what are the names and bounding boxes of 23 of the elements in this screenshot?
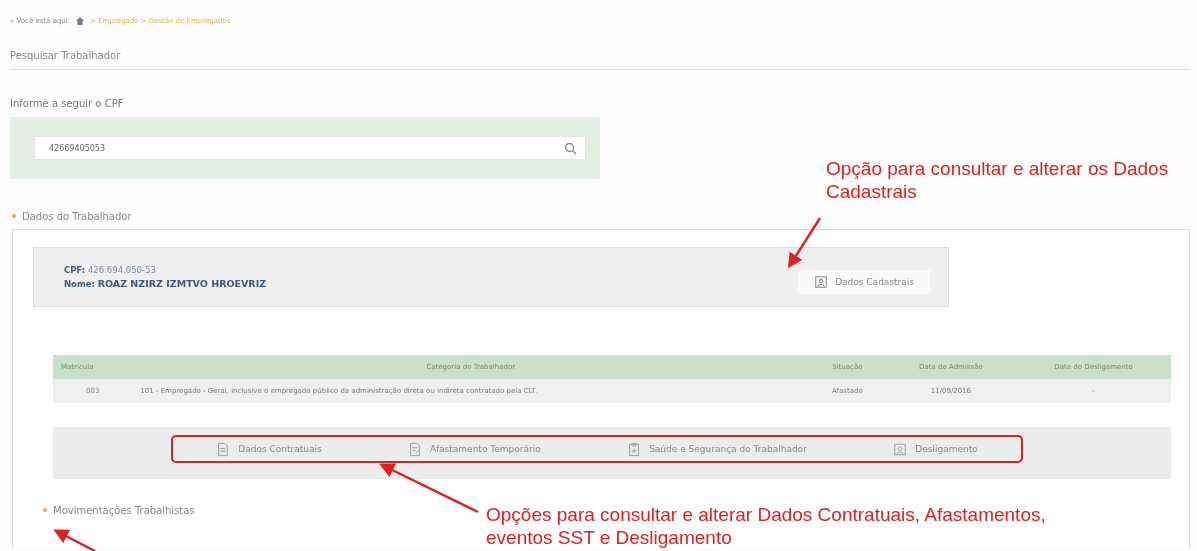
name-text: Nome: ROAZ NZIRZ IZMTVO HROEVRIZ: [64, 277, 267, 291]
arrow: [53, 529, 96, 551]
section-title[interactable]: Movimentações Trabalhistas: [53, 504, 195, 516]
action-link[interactable]: Desligamento: [887, 440, 984, 458]
home-icon[interactable]: [75, 16, 86, 26]
action-link[interactable]: Saúde e Segurança do Trabalhador: [621, 440, 813, 458]
field-label: Informe a seguir o CPF: [10, 98, 125, 109]
action-link[interactable]: Dados Contratuais: [210, 440, 328, 458]
clipboard-icon: [627, 441, 642, 457]
bullet-icon: [43, 508, 47, 512]
section-title: Dados do Trabalhador: [22, 210, 132, 222]
leave-icon: [408, 441, 423, 457]
annotation-text: Opção para consultar e alterar os Dados Cadastrais: [826, 157, 1170, 203]
search-field[interactable]: 42669405053: [34, 136, 586, 160]
annotation-text: Opções para consultar e alterar Dados Contratuais, Afastamentos, eventos SST e Desligamento: [486, 503, 1047, 549]
registration-data-button[interactable]: Dados Cadastrais: [798, 270, 930, 294]
action-link[interactable]: Afastamento Temporário: [402, 440, 547, 458]
bullet-icon: [12, 214, 16, 218]
person-icon: [893, 441, 908, 457]
cpf-text: CPF: 426.694.050-53: [64, 264, 157, 277]
search-icon[interactable]: [564, 141, 577, 155]
section-title: Pesquisar Trabalhador: [10, 50, 1190, 70]
arrow: [787, 217, 822, 269]
